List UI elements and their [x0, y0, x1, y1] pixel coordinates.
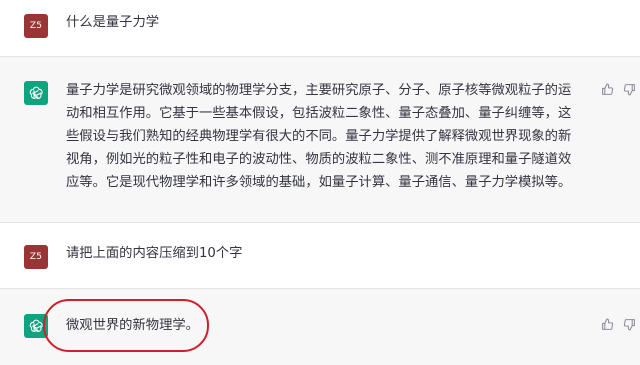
- thumbs-down-button[interactable]: [622, 82, 636, 96]
- thumbs-up-button[interactable]: [600, 317, 614, 331]
- message-row-assistant: 微观世界的新物理学。: [0, 289, 640, 365]
- thumbs-up-icon: [601, 83, 613, 95]
- openai-logo-icon: [29, 319, 43, 332]
- message-actions: [600, 317, 636, 331]
- message-row-user: Z5 什么是量子力学: [0, 0, 640, 57]
- user-avatar-label: Z5: [29, 21, 43, 31]
- user-message-text: 请把上面的内容压缩到10个字: [66, 246, 243, 261]
- user-message-text: 什么是量子力学: [66, 15, 160, 30]
- assistant-message-text: 量子力学是研究微观领域的物理学分支，主要研究原子、分子、原子核等微观粒子的运动和…: [66, 83, 572, 190]
- thumbs-down-button[interactable]: [622, 317, 636, 331]
- openai-logo-icon: [29, 86, 43, 99]
- message-actions: [600, 82, 636, 96]
- user-avatar-label: Z5: [29, 252, 43, 262]
- chat-thread: Z5 什么是量子力学 量子力学是研究微观领域的物理学分支，主要研究原子、分子、原…: [0, 0, 640, 365]
- assistant-message-text: 微观世界的新物理学。: [66, 318, 199, 333]
- assistant-avatar: [24, 314, 48, 338]
- user-avatar: Z5: [24, 14, 48, 38]
- assistant-avatar: [24, 81, 48, 105]
- user-avatar: Z5: [24, 245, 48, 269]
- thumbs-down-icon: [623, 83, 635, 95]
- thumbs-up-button[interactable]: [600, 82, 614, 96]
- thumbs-up-icon: [601, 318, 613, 330]
- message-row-user: Z5 请把上面的内容压缩到10个字: [0, 223, 640, 289]
- thumbs-down-icon: [623, 318, 635, 330]
- message-row-assistant: 量子力学是研究微观领域的物理学分支，主要研究原子、分子、原子核等微观粒子的运动和…: [0, 57, 640, 223]
